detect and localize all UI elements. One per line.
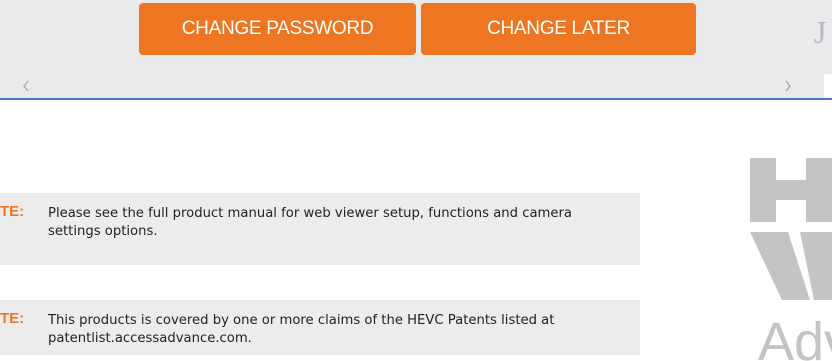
horizontal-scrollbar[interactable] (0, 74, 832, 98)
scrollbar-edge (824, 74, 832, 98)
chevron-left-icon (23, 80, 29, 92)
partial-glyph: J (814, 14, 827, 50)
hevc-logo-icon: Advan (750, 158, 832, 361)
note-box-patents: TE: This products is covered by one or m… (0, 300, 640, 355)
change-later-button[interactable]: CHANGE LATER (421, 3, 696, 55)
note-text: This products is covered by one or more … (48, 313, 555, 346)
note-box-manual: TE: Please see the full product manual f… (0, 193, 640, 265)
divider-line (0, 98, 832, 100)
change-password-button[interactable]: CHANGE PASSWORD (139, 3, 416, 55)
chevron-right-icon (785, 80, 791, 92)
note-label: TE: (0, 203, 25, 220)
scroll-right-button[interactable] (776, 74, 800, 98)
svg-text:Advan: Advan (758, 312, 832, 361)
hevc-advance-logo: Advan (690, 150, 832, 361)
note-text: Please see the full product manual for w… (48, 206, 573, 239)
note-label: TE: (0, 310, 25, 327)
scroll-left-button[interactable] (14, 74, 38, 98)
